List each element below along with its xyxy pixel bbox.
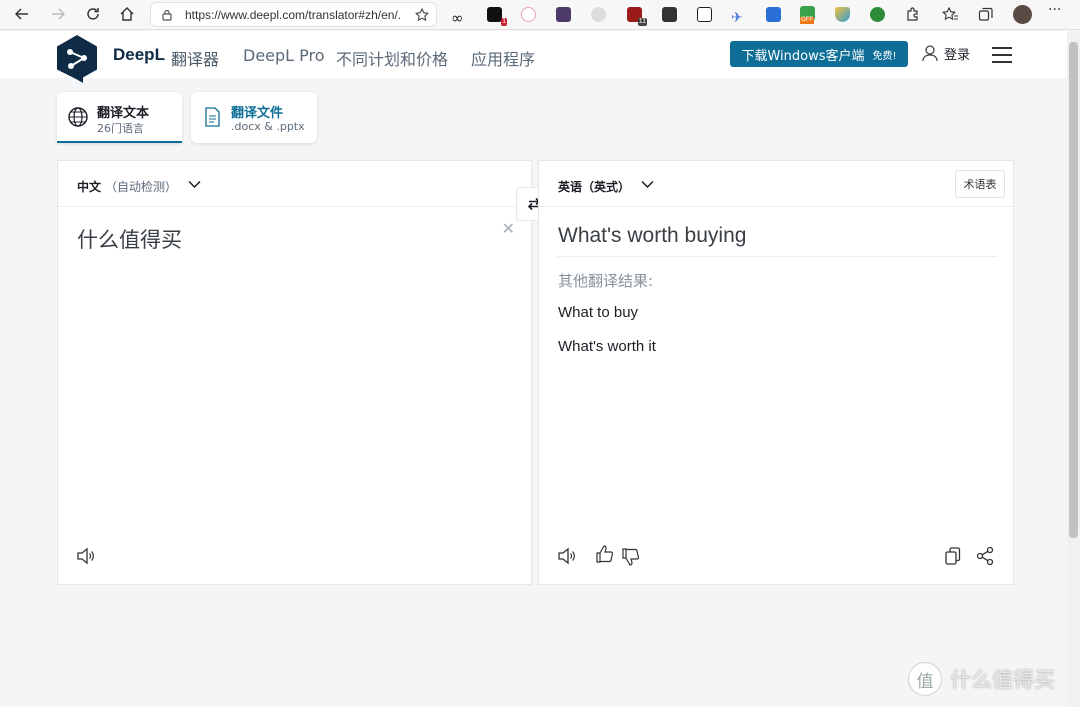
user-icon <box>922 45 938 62</box>
address-bar[interactable]: https://www.deepl.com/translator#zh/en/.… <box>150 2 437 27</box>
cat-extension-icon[interactable] <box>521 7 536 22</box>
source-panel: 中文 （自动检测） 什么值得买 ✕ <box>57 160 532 585</box>
home-icon[interactable] <box>117 4 137 24</box>
alternative-translation[interactable]: What's worth it <box>558 338 656 355</box>
brand-name[interactable]: DeepL <box>113 45 165 65</box>
shopping-extension-icon[interactable] <box>766 7 781 22</box>
bird-extension-icon[interactable]: ✈ <box>731 7 746 25</box>
refresh-icon[interactable] <box>83 4 103 24</box>
speaker-icon[interactable] <box>76 546 96 566</box>
watermark-logo: 值 <box>908 662 942 696</box>
nav-apps[interactable]: 应用程序 <box>471 46 535 70</box>
thumbs-down-icon[interactable] <box>621 547 641 567</box>
profile-avatar[interactable] <box>1013 5 1032 24</box>
source-language-selector[interactable]: 中文 （自动检测） <box>77 178 177 195</box>
watermark-text: 什么值得买 <box>950 668 1055 692</box>
chevron-down-icon[interactable] <box>641 180 654 189</box>
share-icon[interactable] <box>975 546 995 566</box>
mouse-extension-icon[interactable] <box>591 7 606 22</box>
translation-output[interactable]: What's worth buying <box>558 224 746 248</box>
tab-translate-files-title: 翻译文件 <box>231 106 284 121</box>
globe-extension-icon[interactable] <box>870 7 885 22</box>
login-link[interactable]: 登录 <box>922 44 970 63</box>
tab-translate-files-subtitle: .docx & .pptx <box>231 120 305 133</box>
brand-subtitle[interactable]: 翻译器 <box>171 46 219 70</box>
alternatives-heading: 其他翻译结果: <box>558 272 654 290</box>
divider <box>557 256 997 257</box>
clear-text-icon[interactable]: ✕ <box>502 219 515 238</box>
lock-icon <box>162 9 172 21</box>
document-icon <box>205 107 220 127</box>
shield-extension-icon[interactable]: 11 <box>627 7 647 26</box>
tab-translate-text[interactable]: 翻译文本 26门语言 <box>57 92 182 143</box>
infinity-extension-icon[interactable]: ∞ <box>451 8 467 26</box>
forward-icon[interactable] <box>48 4 68 24</box>
source-panel-header: 中文 （自动检测） <box>58 161 531 207</box>
collections-icon[interactable] <box>978 7 993 22</box>
source-language: 中文 <box>77 180 102 194</box>
screenshot-extension-icon[interactable] <box>697 7 712 22</box>
globe-icon <box>68 107 88 127</box>
download-windows-button[interactable]: 下载Windows客户端 免费! <box>730 41 908 67</box>
more-options-icon[interactable]: ··· <box>1048 3 1063 21</box>
favorites-icon[interactable] <box>942 6 958 22</box>
chevron-down-icon[interactable] <box>188 180 201 189</box>
alternative-translation[interactable]: What to buy <box>558 304 638 321</box>
watermark: 值 什么值得买 <box>908 662 1055 696</box>
glossary-button[interactable]: 术语表 <box>955 170 1005 198</box>
copy-icon[interactable] <box>943 546 963 566</box>
favorite-add-icon[interactable] <box>415 8 429 22</box>
back-icon[interactable] <box>12 4 32 24</box>
browser-toolbar: https://www.deepl.com/translator#zh/en/.… <box>0 0 1080 30</box>
free-label: 免费! <box>872 50 897 62</box>
off-extension-icon[interactable]: OFF <box>800 6 815 24</box>
tab-translate-text-title: 翻译文本 <box>97 106 150 121</box>
target-panel: 英语（英式） 术语表 What's worth buying 其他翻译结果: W… <box>538 160 1014 585</box>
tab-translate-text-subtitle: 26门语言 <box>97 122 144 135</box>
download-windows-label: 下载Windows客户端 <box>741 48 865 64</box>
speaker-icon[interactable] <box>557 546 577 566</box>
terminal-extension-icon[interactable] <box>662 7 677 22</box>
source-language-auto: （自动检测） <box>105 180 178 194</box>
nav-deepl-pro[interactable]: DeepL Pro <box>243 46 325 65</box>
extension-icon[interactable]: 1 <box>487 7 507 26</box>
scrollbar-thumb[interactable] <box>1069 42 1078 538</box>
thumbs-up-icon[interactable] <box>595 544 615 564</box>
translate-extension-icon[interactable] <box>835 7 850 22</box>
nav-plans-pricing[interactable]: 不同计划和价格 <box>336 46 448 70</box>
ia-extension-icon[interactable] <box>556 7 571 22</box>
puzzle-icon[interactable] <box>905 7 920 22</box>
source-text-input[interactable]: 什么值得买 <box>77 224 182 254</box>
hamburger-menu-icon[interactable] <box>992 47 1012 63</box>
target-language-selector[interactable]: 英语（英式） <box>558 178 630 195</box>
login-label: 登录 <box>944 48 971 63</box>
tab-translate-files[interactable]: 翻译文件 .docx & .pptx <box>191 92 317 143</box>
deepl-logo-icon[interactable] <box>56 34 98 84</box>
url-text: https://www.deepl.com/translator#zh/en/.… <box>185 7 400 22</box>
target-panel-header: 英语（英式） 术语表 <box>539 161 1013 207</box>
